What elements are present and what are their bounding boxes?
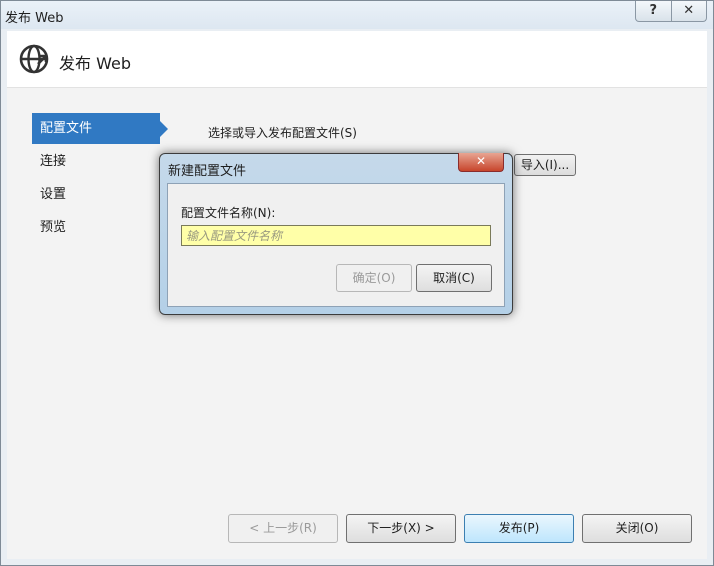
page-title: 发布 Web — [59, 54, 131, 73]
dialog-body: 配置文件名称(N): 确定(O) 取消(C) — [167, 183, 505, 307]
profile-name-input[interactable] — [181, 225, 491, 246]
title-bar[interactable]: 发布 Web ? ✕ — [1, 1, 713, 29]
profile-select-label: 选择或导入发布配置文件(S) — [208, 126, 357, 140]
header: 发布 Web — [7, 31, 707, 88]
import-button[interactable]: 导入(I)... — [514, 154, 576, 176]
dialog-ok-button[interactable]: 确定(O) — [336, 264, 412, 292]
nav-item-connection[interactable]: 连接 — [32, 146, 160, 177]
title-bar-buttons: ? ✕ — [635, 1, 707, 22]
new-profile-dialog: 新建配置文件 ✕ 配置文件名称(N): 确定(O) 取消(C) — [159, 153, 513, 315]
previous-button[interactable]: < 上一步(R) — [228, 514, 338, 543]
nav-item-profile[interactable]: 配置文件 — [32, 113, 168, 144]
dialog-close-button[interactable]: ✕ — [458, 153, 504, 172]
dialog-title: 新建配置文件 — [168, 164, 247, 179]
next-button[interactable]: 下一步(X) > — [346, 514, 456, 543]
window-title: 发布 Web — [5, 11, 64, 26]
publish-web-window: 发布 Web ? ✕ 发布 Web 配置文件 连接 设置 预览 选择或导入发布配… — [0, 0, 714, 566]
globe-icon — [19, 44, 49, 74]
window-close-button[interactable]: ✕ — [672, 1, 707, 21]
close-button[interactable]: 关闭(O) — [582, 514, 692, 543]
profile-name-label: 配置文件名称(N): — [181, 206, 276, 220]
dialog-cancel-button[interactable]: 取消(C) — [416, 264, 492, 292]
nav-item-settings[interactable]: 设置 — [32, 179, 160, 210]
help-button[interactable]: ? — [636, 1, 672, 21]
publish-button[interactable]: 发布(P) — [464, 514, 574, 543]
sidebar-nav: 配置文件 连接 设置 预览 — [32, 113, 172, 245]
nav-item-preview[interactable]: 预览 — [32, 212, 160, 243]
